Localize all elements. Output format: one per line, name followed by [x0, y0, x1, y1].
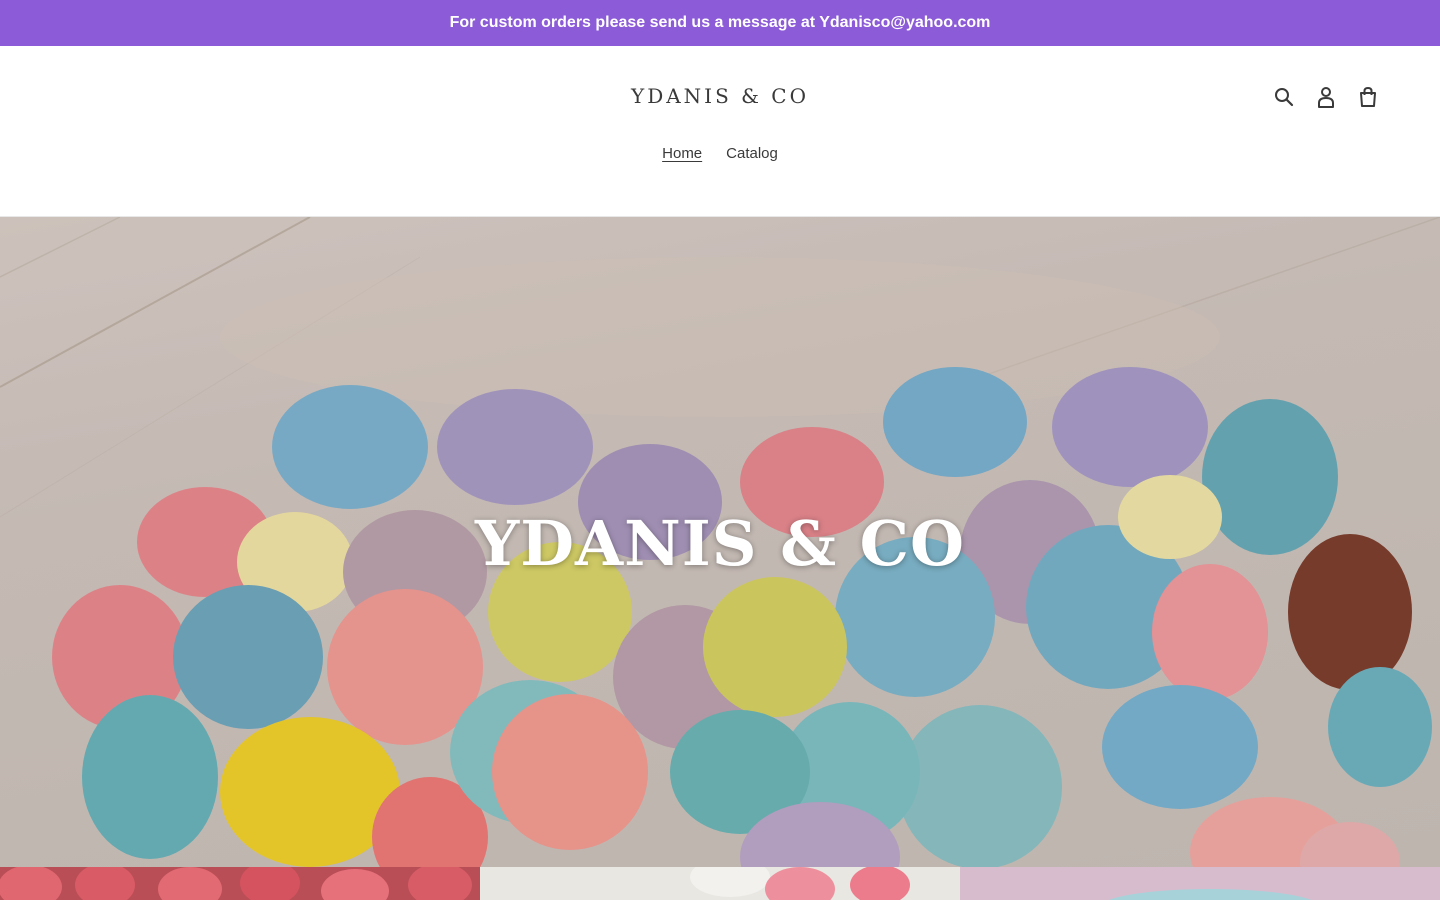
announcement-text: For custom orders please send us a messa…: [449, 14, 991, 31]
header-icons: [1274, 85, 1378, 109]
collection-card-2[interactable]: [480, 867, 960, 900]
nav-home[interactable]: Home: [662, 145, 702, 162]
search-icon[interactable]: [1274, 85, 1294, 109]
hero-title: YDANIS & CO: [474, 507, 966, 580]
nav-catalog[interactable]: Catalog: [726, 145, 778, 162]
announcement-bar: For custom orders please send us a messa…: [0, 0, 1440, 46]
main-nav: Home Catalog: [0, 145, 1440, 162]
site-logo[interactable]: YDANIS & CO: [0, 84, 1440, 108]
hero-banner: YDANIS & CO: [0, 217, 1440, 867]
account-icon[interactable]: [1316, 85, 1336, 109]
collection-card-1[interactable]: [0, 867, 480, 900]
site-header: YDANIS & CO Home Catalog: [0, 46, 1440, 217]
cart-icon[interactable]: [1358, 85, 1378, 109]
collection-card-3[interactable]: [960, 867, 1440, 900]
